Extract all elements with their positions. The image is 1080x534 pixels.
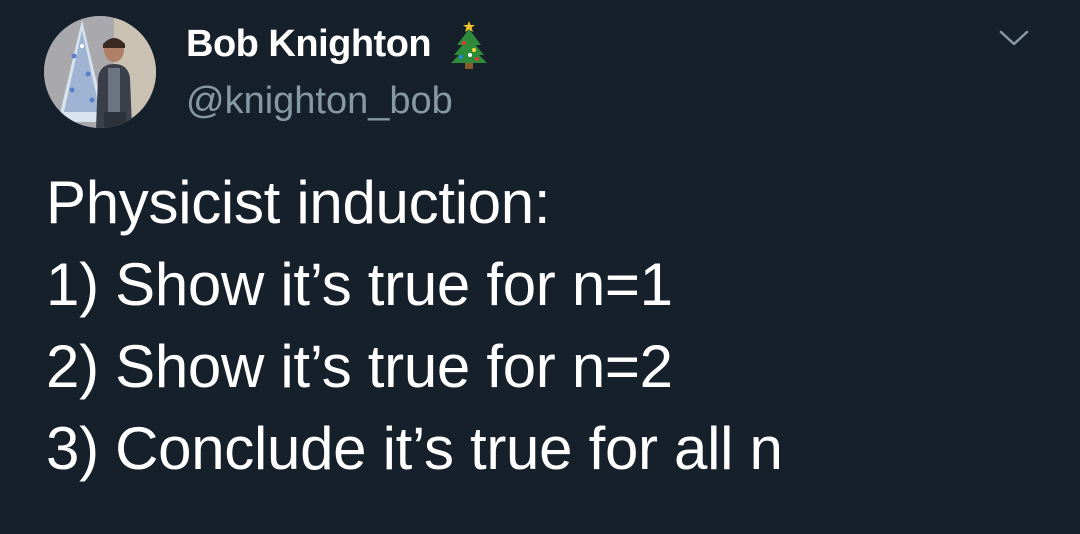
tweet-line: 1) Show it’s true for n=1 (46, 251, 673, 318)
christmas-tree-icon (449, 19, 489, 69)
avatar-photo (44, 16, 156, 128)
avatar[interactable] (44, 16, 156, 128)
author-display-name[interactable]: Bob Knighton (186, 16, 432, 72)
tweet-card: Bob Knighton @knighton_bob Physicist ind… (0, 0, 1080, 534)
tweet-line: 3) Conclude it’s true for all n (46, 415, 783, 482)
tweet-body: Physicist induction: 1) Show it’s true f… (46, 162, 1046, 490)
author-handle[interactable]: @knighton_bob (186, 76, 489, 126)
tweet-line: Physicist induction: (46, 169, 551, 236)
tweet-line: 2) Show it’s true for n=2 (46, 333, 673, 400)
tweet-header: Bob Knighton @knighton_bob (186, 16, 489, 126)
chevron-down-icon[interactable] (998, 24, 1030, 52)
author-name-row[interactable]: Bob Knighton (186, 16, 489, 72)
